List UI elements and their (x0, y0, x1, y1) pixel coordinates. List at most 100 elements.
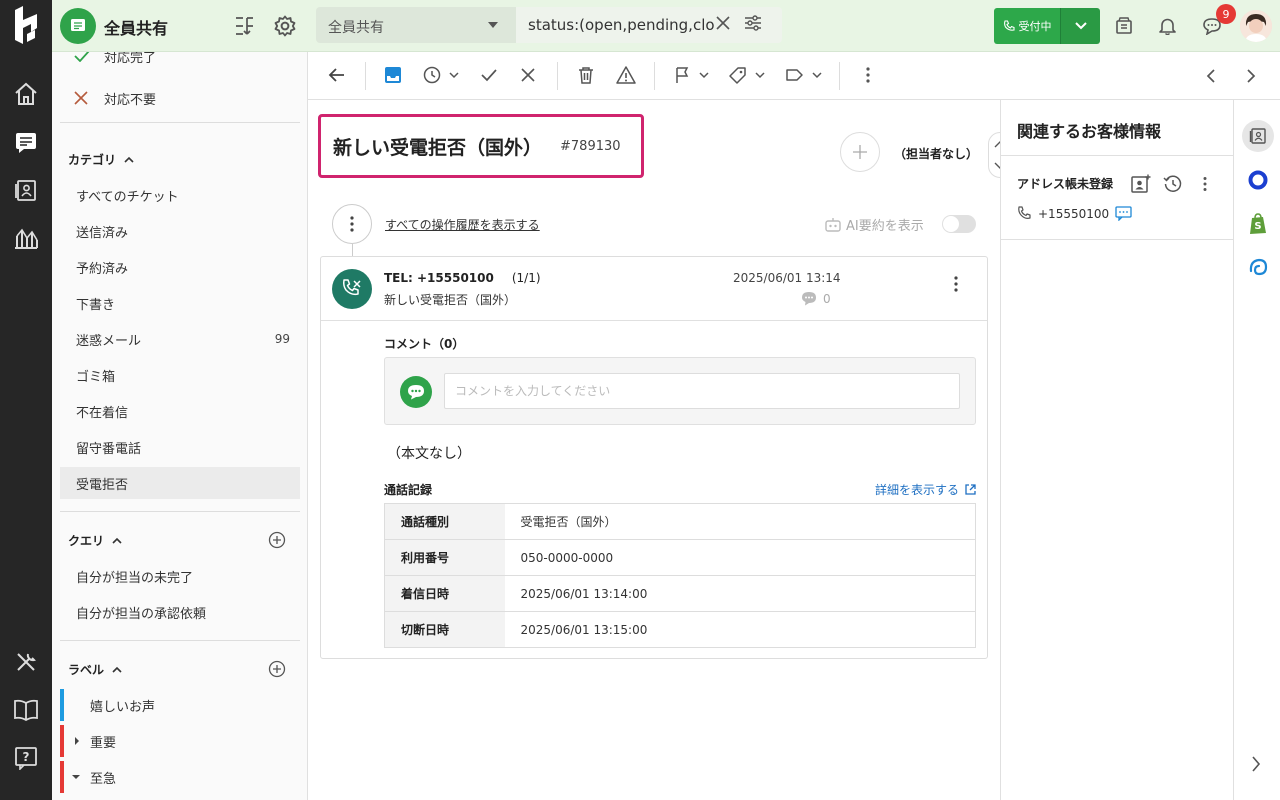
sidebar-label-happy-voice[interactable]: 嬉しいお声 (60, 689, 300, 721)
divider (1001, 155, 1234, 156)
status-dropdown-toggle[interactable] (1060, 8, 1100, 44)
sidebar-item-all-tickets[interactable]: すべてのチケット (60, 179, 300, 211)
notification-count-badge: 9 (1216, 4, 1236, 24)
assign-button[interactable] (840, 132, 880, 172)
svg-text:?: ? (23, 750, 30, 764)
sidebar-item-drafts[interactable]: 下書き (60, 287, 300, 319)
sidebar-item-my-approvals[interactable]: 自分が担当の承認依頼 (60, 596, 300, 628)
customer-phone-number[interactable]: +15550100 (1038, 207, 1109, 221)
tag-icon[interactable] (728, 66, 768, 84)
add-query-icon[interactable] (268, 531, 286, 549)
sidebar-item-spam[interactable]: 迷惑メール 99 (60, 323, 300, 355)
spam-warning-icon[interactable] (616, 66, 636, 84)
shopify-icon[interactable]: S (1242, 208, 1274, 240)
add-label-icon[interactable] (268, 660, 286, 678)
add-contact-icon[interactable] (1131, 174, 1151, 194)
app-logo[interactable] (13, 6, 39, 46)
sidebar-item-scheduled[interactable]: 予約済み (60, 251, 300, 283)
sidebar-label-important[interactable]: 重要 (60, 725, 300, 757)
sidebar-item-label: 受電拒否 (76, 477, 129, 493)
call-log-value: 受電拒否（国外） (504, 503, 976, 540)
more-vertical-icon[interactable] (865, 66, 871, 84)
check-icon (74, 52, 90, 62)
sms-icon[interactable] (1115, 206, 1132, 221)
back-arrow-icon[interactable] (328, 66, 346, 84)
snooze-clock-icon[interactable] (423, 66, 461, 84)
inbox-icon[interactable] (60, 8, 96, 44)
call-log-key: 切断日時 (384, 611, 505, 648)
chevron-up-icon (124, 156, 134, 163)
category-section-header[interactable]: カテゴリ (68, 151, 134, 168)
contact-card-icon[interactable] (1242, 120, 1274, 152)
filter-sliders-icon[interactable] (744, 14, 762, 32)
ai-summary-toggle[interactable] (942, 215, 976, 233)
section-title: ラベル (68, 663, 105, 677)
availability-status-button[interactable]: 受付中 (994, 8, 1060, 44)
top-bar: 全員共有 全員共有 status:(open,pending,clo 受付中 9 (52, 0, 1280, 52)
bell-icon[interactable] (1159, 17, 1176, 35)
user-avatar[interactable] (1240, 10, 1272, 42)
search-query-input[interactable]: status:(open,pending,clo (516, 7, 782, 43)
ticket-title[interactable]: 新しい受電拒否（国外） (333, 133, 542, 160)
announcement-icon[interactable] (1115, 17, 1133, 35)
close-ticket-icon[interactable] (521, 68, 535, 82)
section-title: クエリ (68, 534, 105, 548)
clear-search-icon[interactable] (716, 16, 730, 30)
ticket-toolbar (308, 52, 1280, 100)
label-icon[interactable] (785, 66, 825, 84)
sort-list-icon[interactable] (234, 15, 254, 37)
inbox-title[interactable]: 全員共有 (104, 15, 168, 39)
expand-panel-icon[interactable] (1251, 756, 1261, 772)
ring-app-icon[interactable] (1242, 164, 1274, 196)
tickets-icon[interactable] (12, 128, 40, 156)
next-ticket-icon[interactable] (1246, 69, 1256, 83)
sidebar-item-sent[interactable]: 送信済み (60, 215, 300, 247)
sidebar-label-urgent[interactable]: 至急 (60, 761, 300, 793)
sidebar-item-label: すべてのチケット (76, 189, 179, 205)
message-header[interactable]: TEL: +15550100 (1/1) 新しい受電拒否（国外） 2025/06/… (321, 257, 987, 321)
toolbar-divider (839, 62, 840, 90)
sidebar-item-rejected-calls[interactable]: 受電拒否 (60, 467, 300, 499)
label-section-header[interactable]: ラベル (68, 661, 122, 678)
sidebar-item-not-required[interactable]: 対応不要 (60, 82, 300, 114)
plus-icon (853, 145, 867, 159)
home-icon[interactable] (12, 80, 40, 108)
previous-ticket-icon[interactable] (1206, 69, 1216, 83)
help-icon[interactable]: ? (12, 744, 40, 772)
contacts-icon[interactable] (12, 176, 40, 204)
sidebar-item-my-open[interactable]: 自分が担当の未完了 (60, 560, 300, 592)
guide-book-icon[interactable] (12, 696, 40, 724)
sidebar-item-label: 不在着信 (76, 405, 129, 421)
comment-bubble-icon (400, 376, 432, 408)
history-icon[interactable] (1163, 174, 1183, 194)
toolbar-divider (365, 62, 366, 90)
integration-strip: S (1233, 100, 1280, 800)
sidebar-item-resolved[interactable]: 対応完了 (60, 52, 300, 72)
reports-icon[interactable] (12, 224, 40, 252)
sidebar-item-trash[interactable]: ゴミ箱 (60, 359, 300, 391)
sidebar-item-voicemail[interactable]: 留守番電話 (60, 431, 300, 463)
tools-icon[interactable] (12, 648, 40, 676)
history-menu-button[interactable] (332, 204, 372, 244)
more-vertical-icon (350, 216, 354, 232)
message-more-icon[interactable] (953, 275, 959, 293)
ai-summary-label: AI要約を表示 (824, 215, 924, 234)
comment-input[interactable] (444, 373, 960, 409)
inbox-view-icon[interactable] (384, 66, 402, 84)
swirl-app-icon[interactable] (1242, 252, 1274, 284)
query-section-header[interactable]: クエリ (68, 532, 122, 549)
show-details-text: 詳細を表示する (875, 483, 960, 497)
sidebar-item-label: 留守番電話 (76, 441, 142, 457)
view-select[interactable]: 全員共有 (316, 7, 516, 43)
show-all-history-link[interactable]: すべての操作履歴を表示する (385, 216, 540, 233)
sidebar-item-missed-calls[interactable]: 不在着信 (60, 395, 300, 427)
flag-icon[interactable] (674, 66, 712, 84)
more-vertical-icon[interactable] (1202, 176, 1208, 192)
show-details-link[interactable]: 詳細を表示する (875, 481, 976, 498)
trash-icon[interactable] (577, 66, 595, 84)
settings-gear-icon[interactable] (274, 15, 296, 37)
resolve-check-icon[interactable] (480, 66, 498, 84)
view-select-value: 全員共有 (328, 20, 384, 36)
ticket-id: #789130 (560, 138, 621, 154)
assignee-label[interactable]: （担当者なし） (894, 145, 978, 162)
